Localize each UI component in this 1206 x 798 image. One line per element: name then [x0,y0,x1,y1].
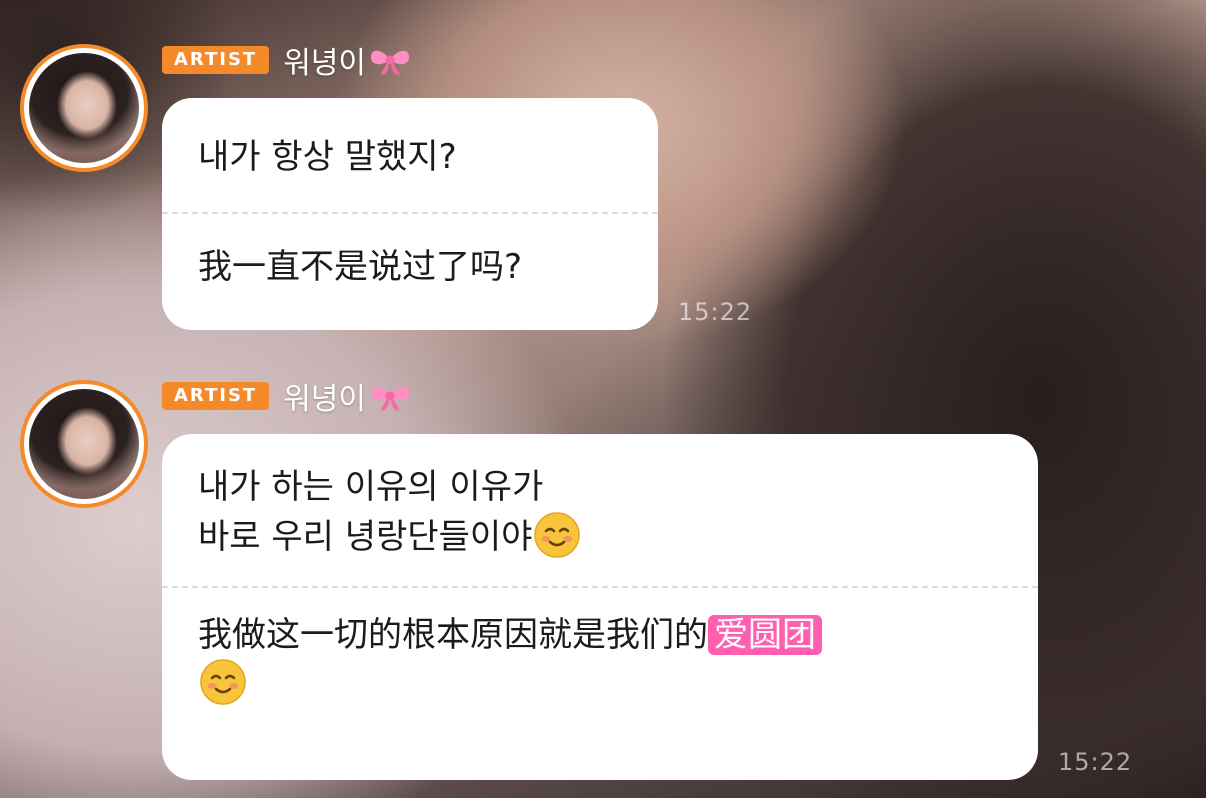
message-bubble[interactable]: 내가 하는 이유의 이유가 바로 우리 녕랑단들이야 我做这一切的根本原因就是我… [162,434,1038,780]
artist-badge: ARTIST [162,46,270,74]
message-bubble[interactable]: 내가 항상 말했지? 我一直不是说过了吗? [162,98,658,330]
ribbon-icon [370,386,410,411]
sender-name[interactable]: 워녕이 [283,374,412,418]
chinese-line: 我一直不是说过了吗? [198,247,523,287]
smiling-face-icon [534,511,581,558]
avatar-image [29,53,139,163]
chinese-text-block: 我一直不是说过了吗? [198,214,622,292]
chinese-line-text: 我做这一切的根本原因就是我们的 [198,614,708,655]
smiling-face-icon [200,659,246,705]
sender-row: ARTIST 워녕이 [162,42,412,81]
artist-badge: ARTIST [162,382,270,410]
korean-text-block: 내가 항상 말했지? [198,98,622,212]
highlighted-term: 爱圆团 [708,614,822,655]
message-time: 15:22 [1058,748,1133,776]
sender-name-text: 워녕이 [283,46,367,81]
avatar-image [29,389,139,499]
sender-row: ARTIST 워녕이 [162,378,412,417]
chinese-line-emoji [198,659,1002,712]
chinese-text-block: 我做这一切的根本原因就是我们的 爱圆团 [198,588,1002,712]
korean-text-block: 내가 하는 이유의 이유가 바로 우리 녕랑단들이야 [198,434,1002,586]
sender-name[interactable]: 워녕이 [283,38,412,82]
korean-line: 내가 항상 말했지? [198,137,457,177]
korean-line: 내가 하는 이유의 이유가 [198,467,544,507]
artist-avatar[interactable] [20,380,148,508]
message-time: 15:22 [678,298,753,326]
ribbon-icon [370,50,410,75]
korean-line-with-emoji: 바로 우리 녕랑단들이야 [198,511,1002,564]
artist-avatar[interactable] [20,44,148,172]
korean-line-text: 바로 우리 녕랑단들이야 [198,517,533,557]
chinese-line: 我做这一切的根本原因就是我们的 爱圆团 [198,610,1002,660]
sender-name-text: 워녕이 [283,382,367,417]
